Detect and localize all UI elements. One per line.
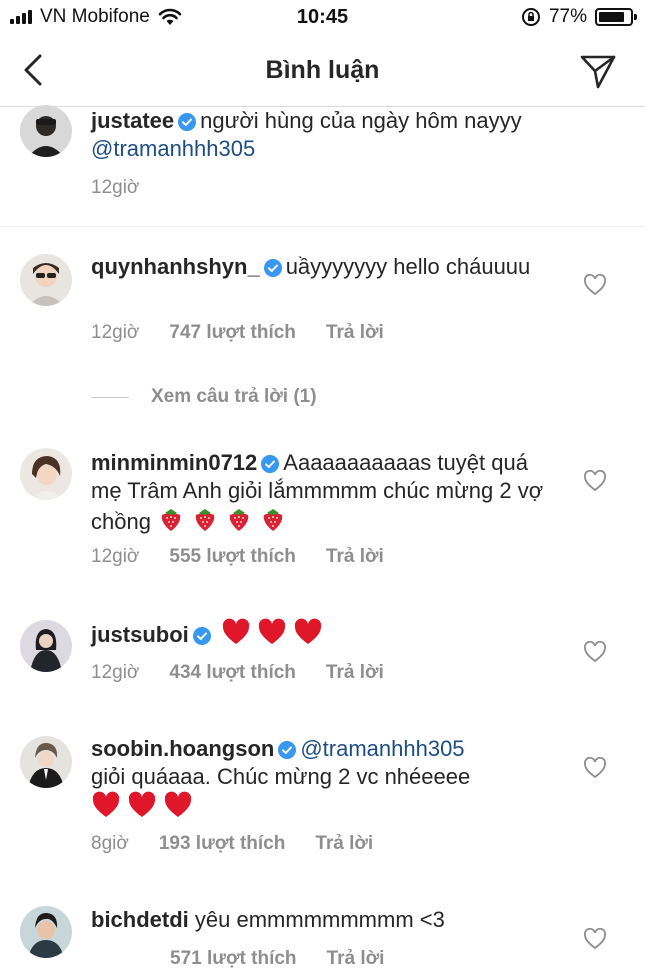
battery-icon [595, 8, 637, 26]
comment-time: 8giờ [91, 833, 129, 854]
view-replies-button[interactable]: Xem câu trả lời (1) [91, 386, 317, 408]
like-count[interactable]: 555 lượt thích [169, 546, 296, 568]
avatar[interactable] [20, 254, 72, 306]
avatar[interactable] [20, 105, 72, 157]
page-title: Bình luận [265, 56, 380, 84]
comment-text: uầyyyyyyy hello cháuuuu [285, 254, 531, 279]
reply-button[interactable]: Trả lời [326, 546, 384, 568]
reply-button[interactable]: Trả lời [327, 948, 385, 970]
red-heart-icon [295, 618, 322, 644]
like-count[interactable]: 747 lượt thích [169, 322, 296, 344]
strawberry-icon [264, 509, 283, 531]
comment-username[interactable]: soobin.hoangson [91, 736, 274, 761]
like-heart-icon[interactable] [583, 274, 607, 296]
navigation-bar: Bình luận [0, 34, 645, 107]
reply-button[interactable]: Trả lời [315, 833, 373, 855]
strawberry-icon [195, 509, 215, 531]
comment-username[interactable]: justsuboi [91, 622, 189, 647]
battery-percent: 77% [548, 6, 587, 27]
comment-text: yêu emmmmmmmmm <3 [194, 907, 445, 932]
like-count[interactable]: 434 lượt thích [169, 662, 296, 684]
reply-button[interactable]: Trả lời [326, 322, 384, 344]
avatar[interactable] [20, 736, 72, 788]
like-heart-icon[interactable] [583, 928, 607, 950]
mention-link[interactable]: @tramanhhh305 [91, 136, 255, 161]
comment-text: người hùng của ngày hôm nayyy [200, 108, 522, 133]
like-count[interactable]: 571 lượt thích [170, 948, 297, 970]
comment-time: 12giờ [91, 177, 140, 198]
like-count[interactable]: 193 lượt thích [159, 833, 286, 855]
direct-send-icon[interactable] [579, 52, 617, 90]
verified-badge-icon [278, 741, 297, 759]
comment-username[interactable]: quynhanhshyn_ [91, 254, 260, 279]
like-heart-icon[interactable] [583, 641, 607, 663]
heart-emoji-group [91, 791, 193, 820]
verified-badge-icon [192, 627, 211, 645]
red-heart-icon [258, 618, 286, 644]
comment-time: 12giờ [91, 662, 140, 683]
view-replies-label: Xem câu trả lời (1) [151, 386, 317, 407]
verified-badge-icon [261, 455, 280, 473]
divider [0, 226, 645, 227]
comment-time: 12giờ [91, 546, 140, 567]
heart-emoji-group [221, 618, 323, 647]
comment-username[interactable]: bichdetdi [91, 907, 189, 932]
verified-badge-icon [263, 259, 282, 277]
strawberry-icon [230, 509, 249, 531]
red-heart-icon [165, 791, 192, 817]
like-heart-icon[interactable] [583, 470, 607, 492]
comment-text: giỏi quáaaa. Chúc mừng 2 vc nhéeeee [91, 764, 471, 789]
status-bar: VN Mobifone 10:45 77% [0, 0, 645, 34]
comment-time: 12giờ [91, 322, 140, 343]
avatar[interactable] [20, 448, 72, 500]
comment-username[interactable]: minminmin0712 [91, 450, 257, 475]
strawberry-emoji-group [157, 509, 287, 534]
like-heart-icon[interactable] [583, 757, 607, 779]
reply-button[interactable]: Trả lời [326, 662, 384, 684]
mention-link[interactable]: @tramanhhh305 [300, 736, 464, 761]
avatar[interactable] [20, 620, 72, 672]
red-heart-icon [92, 791, 120, 817]
verified-badge-icon [178, 113, 197, 131]
rotation-lock-icon [521, 8, 540, 26]
red-heart-icon [222, 618, 250, 644]
avatar[interactable] [20, 906, 72, 958]
strawberry-icon [161, 509, 181, 531]
red-heart-icon [129, 791, 156, 817]
comment-username[interactable]: justatee [91, 108, 174, 133]
